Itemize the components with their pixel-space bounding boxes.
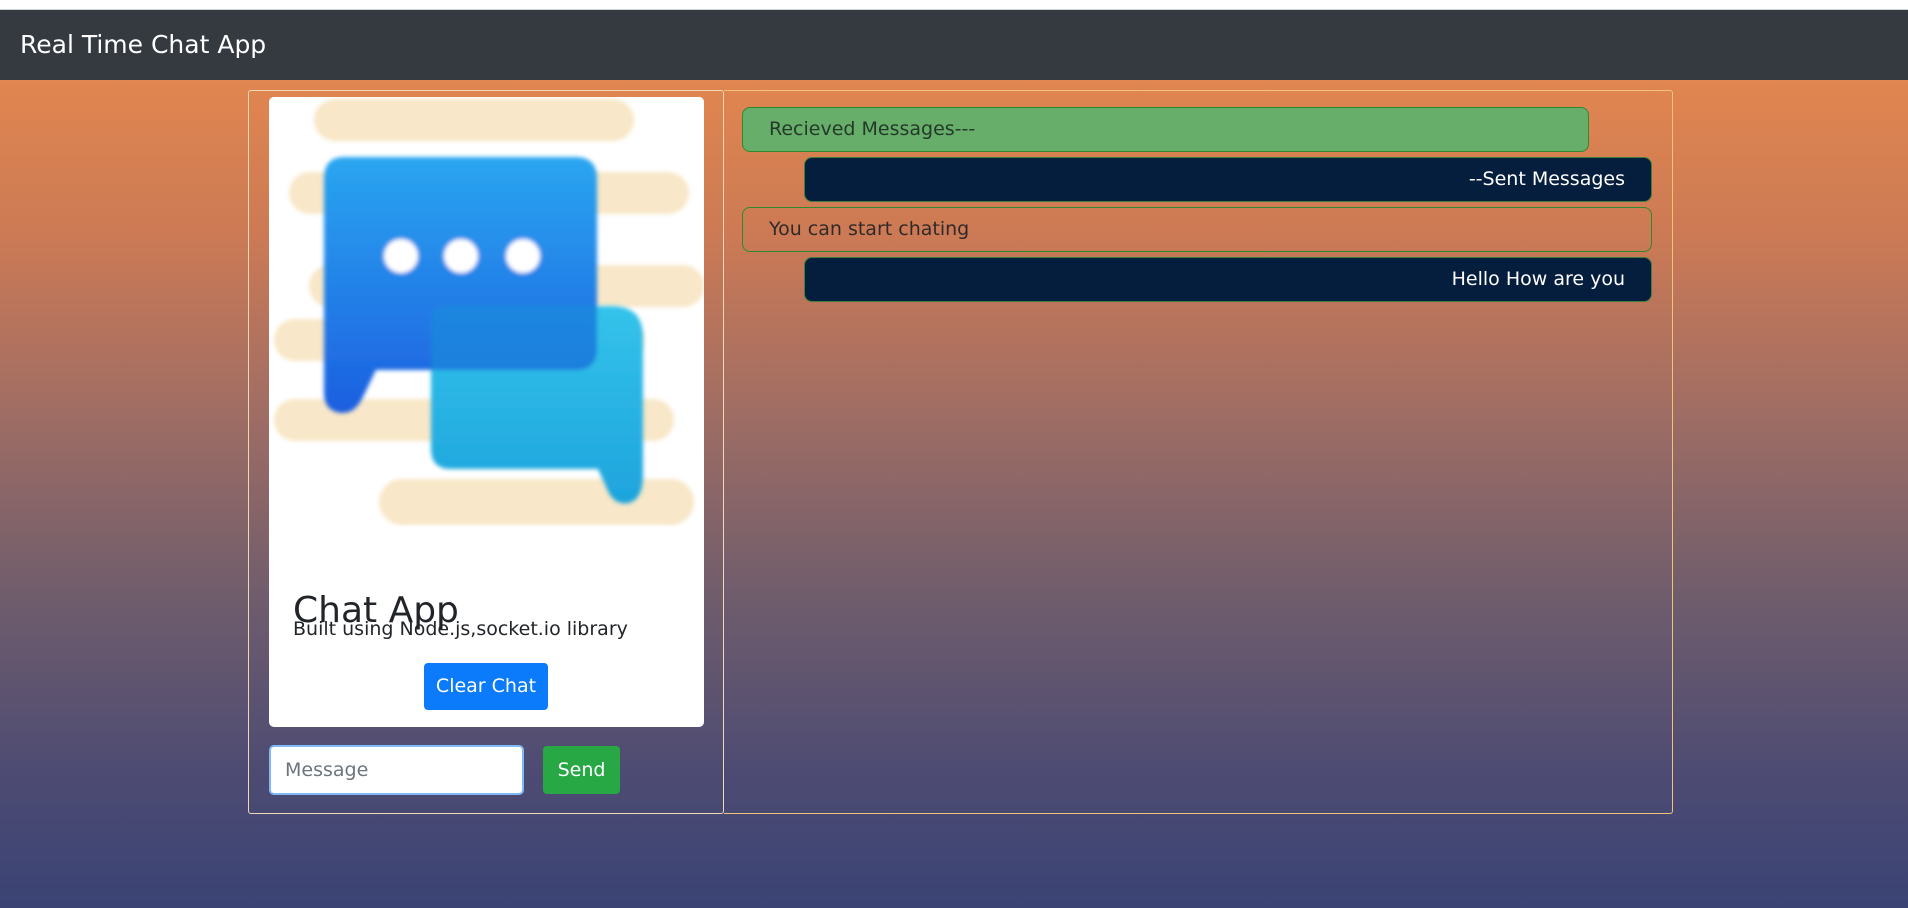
message-received: Recieved Messages--- [742,107,1589,152]
navbar-brand[interactable]: Real Time Chat App [20,30,266,60]
clear-chat-button[interactable]: Clear Chat [424,663,548,710]
message-sent: --Sent Messages [804,157,1652,202]
card-description: Built using Node.js,socket.io library [293,618,628,640]
message-input[interactable] [269,745,524,795]
page-background: Real Time Chat App Chat App Built using … [0,10,1908,908]
left-panel: Chat App Built using Node.js,socket.io l… [248,90,724,814]
send-button[interactable]: Send [543,746,620,794]
message-received: You can start chating [742,207,1652,252]
navbar: Real Time Chat App [0,10,1908,80]
browser-top-edge [0,0,1908,10]
chat-messages-area: Recieved Messages--- --Sent Messages You… [724,90,1673,814]
info-card: Chat App Built using Node.js,socket.io l… [269,97,704,727]
message-sent: Hello How are you [804,257,1652,302]
chat-illustration-icon [269,97,704,527]
